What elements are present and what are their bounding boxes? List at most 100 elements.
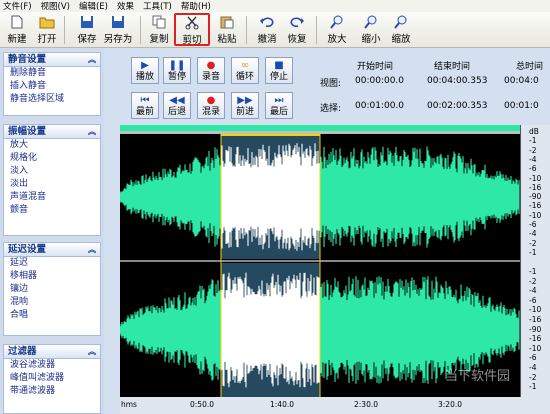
sidebar-item-tremolo[interactable]: 颤音 xyxy=(4,204,100,217)
sidebar-item-peak-filter[interactable]: 峰值叫滤波器 xyxy=(4,372,100,385)
collapse-icon[interactable]: ︽ xyxy=(88,243,96,256)
mix-record-button[interactable]: ● 混录 xyxy=(197,92,225,119)
sidebar-item-phaser[interactable]: 移相器 xyxy=(4,270,100,283)
filter-panel: 过滤器 ︽ 波谷滤波器 峰值叫滤波器 带通滤波器 xyxy=(3,344,101,414)
save-as-button[interactable]: 另存为 xyxy=(102,14,134,46)
save-button[interactable]: 保存 xyxy=(72,14,102,46)
db-tick-label: -16 xyxy=(529,182,542,192)
selection-range-bar xyxy=(221,134,320,136)
zoom-icon xyxy=(394,15,407,29)
time-unit-label: hms xyxy=(121,400,137,409)
zoom-in-button[interactable]: 放大 xyxy=(322,14,352,46)
sidebar-item-fade-out[interactable]: 淡出 xyxy=(4,178,100,191)
skip-start-icon: ⏮ xyxy=(140,95,150,106)
db-ruler: dB -1 -2 -4 -6 -10 -16 -90 -16 -10 -6 -4 -2 -1 -1 -2 -4-… xyxy=(520,125,550,397)
menu-tools[interactable]: 工具(T) xyxy=(143,0,172,12)
overview-bar[interactable] xyxy=(120,125,520,131)
db-tick-label: -1 xyxy=(529,382,537,392)
delay-panel-header[interactable]: 延迟设置 ︽ xyxy=(4,243,100,257)
db-tick-label: -10 xyxy=(529,210,542,220)
redo-button[interactable]: 恢复 xyxy=(282,14,312,46)
paste-button[interactable]: 粘贴 xyxy=(212,14,242,46)
loop-icon: ∞ xyxy=(240,60,250,71)
menu-effects[interactable]: 效果 xyxy=(117,0,134,12)
sidebar-item-notch-filter[interactable]: 波谷滤波器 xyxy=(4,359,100,372)
cut-button[interactable]: 剪切 xyxy=(174,13,210,46)
db-tick-label: -4 xyxy=(529,154,537,164)
sidebar-item-delete-silence[interactable]: 删除静音 xyxy=(4,67,100,80)
delay-panel: 延迟设置 ︽ 延迟 移相器 镶边 混响 合唱 xyxy=(3,242,101,336)
sidebar-item-chorus[interactable]: 合唱 xyxy=(4,309,100,322)
forward-button[interactable]: ▶▶ 前进 xyxy=(231,92,259,119)
sidebar-item-delay[interactable]: 延迟 xyxy=(4,257,100,270)
menu-help[interactable]: 帮助(H) xyxy=(181,0,211,12)
loop-button[interactable]: ∞ 循环 xyxy=(231,57,259,84)
amplitude-panel-header[interactable]: 振幅设置 ︽ xyxy=(4,125,100,139)
db-tick-label: -2 xyxy=(529,276,537,286)
db-tick-label: -2 xyxy=(529,372,537,382)
save-as-icon xyxy=(112,16,124,28)
time-tick: 2:30.0 xyxy=(354,400,378,409)
rewind-button[interactable]: ◀◀ 后退 xyxy=(163,92,191,119)
db-tick-label: -16 xyxy=(529,334,542,344)
record-button[interactable]: ● 录音 xyxy=(197,57,225,84)
sidebar-item-bandpass-filter[interactable]: 带通滤波器 xyxy=(4,385,100,398)
menu-view[interactable]: 视图(V) xyxy=(41,0,70,12)
db-tick-label: -1 xyxy=(529,136,537,146)
pause-button[interactable]: ❚❚ 暂停 xyxy=(163,57,191,84)
waveform-view[interactable] xyxy=(119,125,520,397)
filter-panel-header[interactable]: 过滤器 ︽ xyxy=(4,345,100,359)
collapse-icon[interactable]: ︽ xyxy=(88,125,96,138)
sidebar-item-channel-mix[interactable]: 声道混音 xyxy=(4,191,100,204)
scissors-icon xyxy=(185,16,199,30)
paste-icon xyxy=(220,16,234,29)
db-tick-label: -6 xyxy=(529,164,537,174)
view-label: 视图: xyxy=(320,79,342,89)
zoom-out-button[interactable]: 缩小 xyxy=(356,14,386,46)
toolbar: 新建 打开 保存 另存为 复制 剪切 粘贴 撤消 恢复 放大 缩小 缩放 xyxy=(0,12,550,48)
selection-total-value: 00:01:0 xyxy=(504,101,539,111)
amplitude-panel: 振幅设置 ︽ 放大 规格化 淡入 淡出 声道混音 颤音 xyxy=(3,124,101,236)
watermark: 当下软件园 xyxy=(445,369,511,384)
save-icon xyxy=(81,16,93,28)
menu-bar: 文件(F) 视图(V) 编辑(E) 效果 工具(T) 帮助(H) xyxy=(0,0,550,12)
rewind-icon: ◀◀ xyxy=(169,95,185,106)
zoom-in-icon xyxy=(330,15,343,29)
db-tick-label: -6 xyxy=(529,295,537,305)
sidebar-item-silence-selection[interactable]: 静音选择区域 xyxy=(4,93,100,106)
collapse-icon[interactable]: ︽ xyxy=(88,345,96,358)
record-icon: ● xyxy=(206,95,216,106)
time-tick: 0:50.0 xyxy=(190,400,214,409)
stop-button[interactable]: ■ 停止 xyxy=(265,57,293,84)
db-tick-label: -16 xyxy=(529,201,542,211)
sidebar-item-fade-in[interactable]: 淡入 xyxy=(4,165,100,178)
open-folder-icon xyxy=(39,17,55,29)
view-end-value: 00:04:00.353 xyxy=(427,76,488,86)
sidebar-item-normalize[interactable]: 规格化 xyxy=(4,152,100,165)
db-tick-label: -2 xyxy=(529,238,537,248)
menu-edit[interactable]: 编辑(E) xyxy=(79,0,108,12)
collapse-icon[interactable]: ︽ xyxy=(88,53,96,66)
open-button[interactable]: 打开 xyxy=(32,14,62,46)
go-end-button[interactable]: ⏭ 最后 xyxy=(265,92,293,119)
db-tick-label: -1 xyxy=(529,267,537,276)
sidebar-item-reverb[interactable]: 混响 xyxy=(4,296,100,309)
go-start-button[interactable]: ⏮ 最前 xyxy=(131,92,159,119)
play-icon: ▶ xyxy=(141,60,149,71)
copy-button[interactable]: 复制 xyxy=(144,14,174,46)
undo-button[interactable]: 撤消 xyxy=(252,14,282,46)
skip-end-icon: ⏭ xyxy=(274,95,284,106)
play-button[interactable]: ▶ 播放 xyxy=(131,57,159,84)
db-tick-label: -10 xyxy=(529,173,542,183)
db-tick-label: -90 xyxy=(529,324,542,334)
sidebar-item-flanger[interactable]: 镶边 xyxy=(4,283,100,296)
silence-panel-header[interactable]: 静音设置 ︽ xyxy=(4,53,100,67)
waveform-canvas[interactable] xyxy=(119,125,520,397)
sidebar-item-insert-silence[interactable]: 插入静音 xyxy=(4,80,100,93)
sidebar-item-amplify[interactable]: 放大 xyxy=(4,139,100,152)
new-button[interactable]: 新建 xyxy=(2,14,32,46)
zoom-button[interactable]: 缩放 xyxy=(386,14,416,46)
col-end-time: 结束时间 xyxy=(434,62,471,72)
menu-file[interactable]: 文件(F) xyxy=(3,0,32,12)
effects-sidebar: 静音设置 ︽ 删除静音 插入静音 静音选择区域 振幅设置 ︽ 放大 规格化 淡入 淡… xyxy=(0,48,104,414)
